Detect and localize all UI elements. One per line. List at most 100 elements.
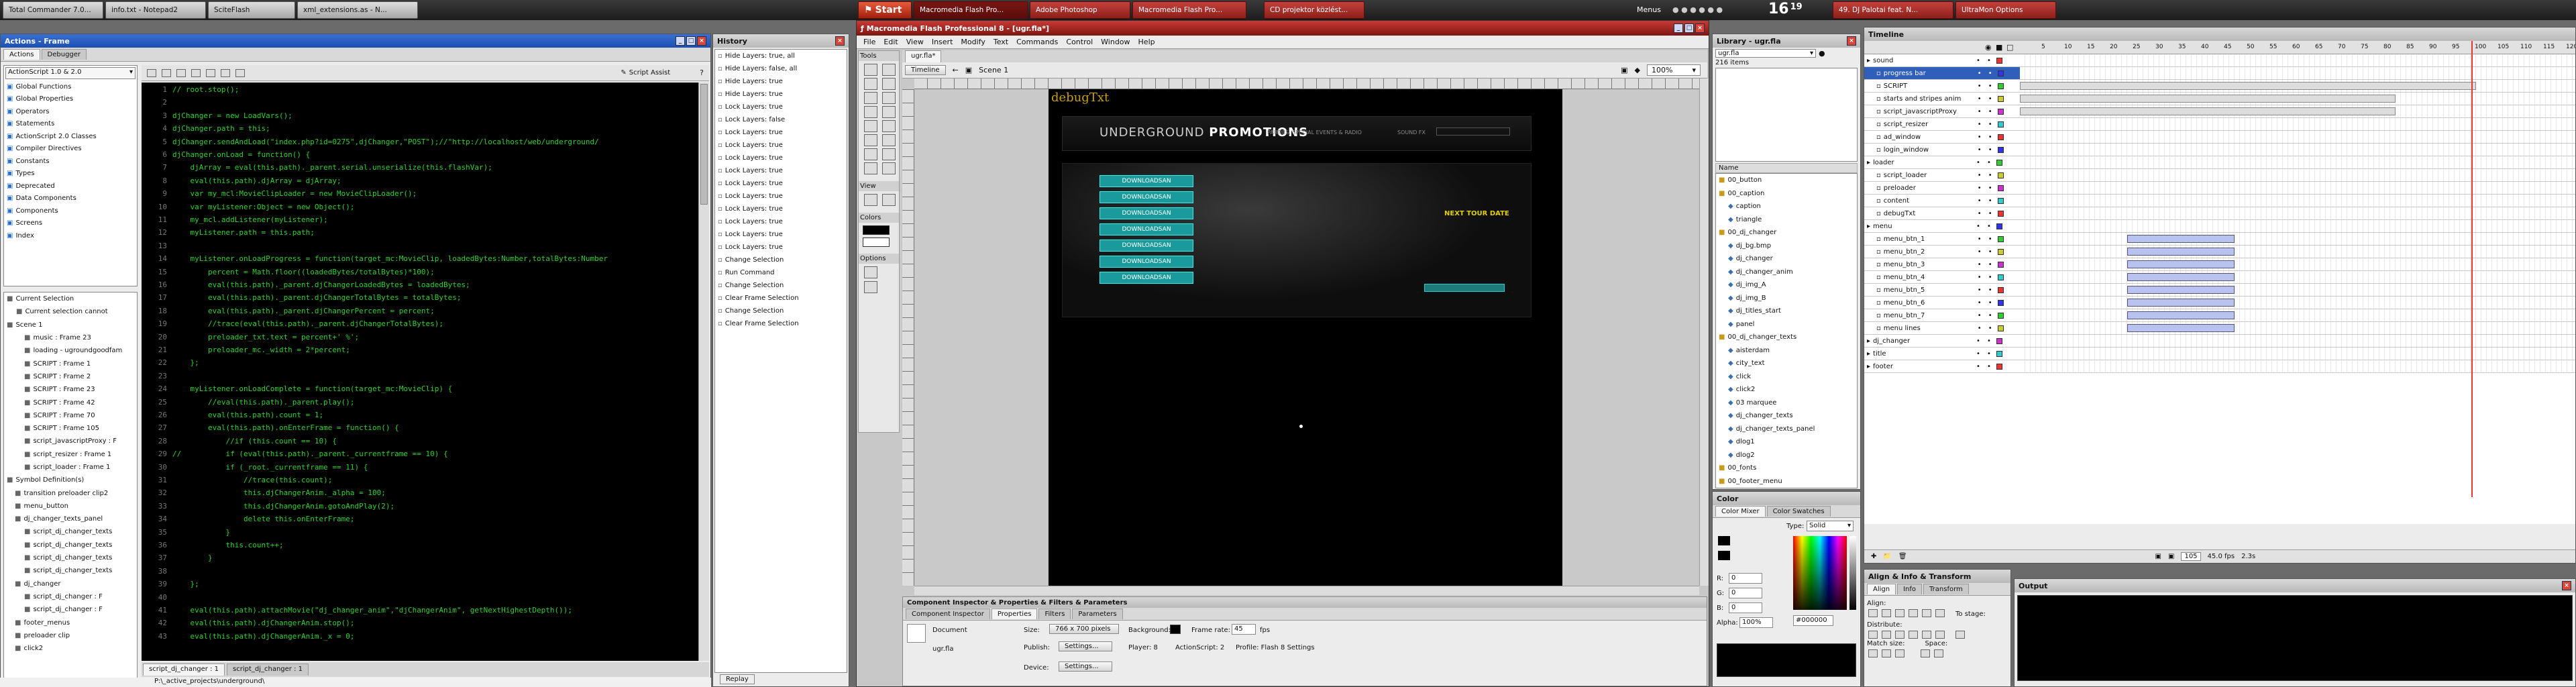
layer-frames[interactable] xyxy=(2020,360,2575,372)
start-button[interactable]: ⚑ Start xyxy=(858,1,912,19)
code-scrollbar[interactable] xyxy=(698,83,709,661)
layer-frames[interactable] xyxy=(2020,80,2575,92)
navigator-item[interactable]: ■ Scene 1 xyxy=(4,319,137,331)
layer-frames[interactable] xyxy=(2020,297,2575,309)
library-item[interactable]: ◆ dj_img_A xyxy=(1716,278,1857,292)
close-icon[interactable]: × xyxy=(1695,23,1705,33)
brush-tool-icon[interactable] xyxy=(882,120,896,132)
layer-lock-dot[interactable]: • xyxy=(1988,172,1992,179)
layer-outline-swatch[interactable] xyxy=(1996,350,2002,357)
timeline-layer[interactable]: ▫ menu_btn_3 • • xyxy=(1864,258,2575,271)
align-title-bar[interactable]: Align & Info & Transform xyxy=(1864,570,2010,583)
layer-visibility-dot[interactable]: • xyxy=(1978,286,1982,294)
layer-visibility-dot[interactable]: • xyxy=(1976,363,1980,370)
maximize-icon[interactable]: □ xyxy=(686,36,696,46)
distribute-center-icon[interactable] xyxy=(1922,631,1931,639)
frame-rate-input[interactable]: 45 xyxy=(1232,624,1256,635)
layer-lock-dot[interactable]: • xyxy=(1988,235,1992,243)
fill-color-swatch[interactable] xyxy=(863,237,890,247)
toolbox-item[interactable]: ▣ Operators xyxy=(4,105,137,118)
layer-lock-dot[interactable]: • xyxy=(1988,70,1992,77)
close-icon[interactable]: × xyxy=(835,36,845,46)
delete-layer-icon[interactable]: 🗑 xyxy=(1898,553,1907,560)
target-icon[interactable] xyxy=(176,68,186,77)
layer-frames[interactable] xyxy=(2020,246,2575,258)
layer-outline-swatch[interactable] xyxy=(1996,363,2002,370)
navigator-item[interactable]: ■ script_dj_changer_texts xyxy=(4,539,137,551)
download-button[interactable]: DOWNLOADSAN xyxy=(1099,175,1193,187)
code-editor[interactable]: 1// root.stop(); 2 3 djChanger = new LoadVa… xyxy=(142,83,698,661)
navigator-item[interactable]: ■ script_dj_changer : F xyxy=(4,590,137,603)
timeline-layer[interactable]: ▫ SCRIPT • • xyxy=(1864,80,2575,93)
history-item[interactable]: ▫ Lock Layers: true xyxy=(715,215,847,228)
history-item[interactable]: ▫ Change Selection xyxy=(715,254,847,266)
layer-frames[interactable] xyxy=(2020,348,2575,360)
library-column-name[interactable]: Name xyxy=(1715,163,1858,173)
library-item[interactable]: ■ 00_caption xyxy=(1716,187,1857,201)
outline-icon[interactable]: □ xyxy=(2006,43,2013,52)
add-folder-icon[interactable]: 📁 xyxy=(1883,553,1891,560)
paint-bucket-tool-icon[interactable] xyxy=(882,148,896,160)
layer-visibility-dot[interactable]: • xyxy=(1978,210,1982,217)
taskbar-item-flash-2[interactable]: Macromedia Flash Pro... xyxy=(1132,1,1246,19)
close-icon[interactable]: × xyxy=(697,36,706,46)
minimize-icon[interactable]: _ xyxy=(1674,23,1683,33)
timeline-title-bar[interactable]: Timeline xyxy=(1864,28,2575,41)
taskbar-item-cd-projektor[interactable]: CD projektor közlést... xyxy=(1264,1,1364,19)
library-item[interactable]: ◆ caption xyxy=(1716,200,1857,213)
layer-frames[interactable] xyxy=(2020,169,2575,181)
layer-visibility-dot[interactable]: • xyxy=(1976,159,1980,166)
toolbox-item[interactable]: ▣ Statements xyxy=(4,118,137,131)
layer-lock-dot[interactable]: • xyxy=(1988,248,1992,256)
layer-outline-swatch[interactable] xyxy=(1997,184,2004,191)
taskbar-item-notepad[interactable]: info.txt - Notepad2 xyxy=(105,1,206,19)
layer-frames[interactable] xyxy=(2020,67,2575,79)
edit-scene-icon[interactable]: ▣ xyxy=(1621,66,1627,74)
navigator-item[interactable]: ■ SCRIPT : Frame 23 xyxy=(4,383,137,396)
layer-outline-swatch[interactable] xyxy=(1997,312,2004,319)
timeline-layer[interactable]: ▫ progress bar • • xyxy=(1864,67,2575,80)
doc-tab[interactable]: ugr.fla* xyxy=(905,50,942,62)
layer-lock-dot[interactable]: • xyxy=(1988,134,1992,141)
fill-transform-tool-icon[interactable] xyxy=(882,134,896,146)
layer-lock-dot[interactable]: • xyxy=(1988,83,1992,90)
library-title-bar[interactable]: Library - ugr.fla × xyxy=(1713,34,1860,48)
color-title-bar[interactable]: Color xyxy=(1713,492,1860,505)
timeline-layer[interactable]: ▸ title • • xyxy=(1864,348,2575,360)
library-item[interactable]: ◆ triangle xyxy=(1716,213,1857,227)
layer-visibility-dot[interactable]: • xyxy=(1978,312,1982,319)
layer-visibility-dot[interactable]: • xyxy=(1978,184,1982,192)
library-item[interactable]: ◆ dj_img_B xyxy=(1716,292,1857,305)
timeline-layer[interactable]: ▸ footer • • xyxy=(1864,360,2575,373)
minimize-icon[interactable]: _ xyxy=(676,36,685,46)
layer-visibility-dot[interactable]: • xyxy=(1976,337,1980,345)
align-middle-icon[interactable] xyxy=(1922,609,1931,617)
layer-outline-swatch[interactable] xyxy=(1997,95,2004,102)
navigator-item[interactable]: ■ script_javascriptProxy : F xyxy=(4,435,137,447)
timeline-layer[interactable]: ▫ menu_btn_4 • • xyxy=(1864,271,2575,284)
history-item[interactable]: ▫ Clear Frame Selection xyxy=(715,292,847,305)
library-file-select[interactable]: ugr.fla ▾ xyxy=(1715,49,1816,58)
navigator-item[interactable]: ■ Current selection cannot xyxy=(4,305,137,318)
layer-lock-dot[interactable]: • xyxy=(1988,184,1992,192)
history-item[interactable]: ▫ Change Selection xyxy=(715,279,847,292)
library-item[interactable]: ◆ click xyxy=(1716,370,1857,384)
download-button[interactable]: DOWNLOADSAN xyxy=(1099,191,1193,203)
layer-frames[interactable] xyxy=(2020,93,2575,105)
layer-outline-swatch[interactable] xyxy=(1997,197,2004,204)
tab-debugger[interactable]: Debugger xyxy=(41,49,87,60)
pencil-tool-icon[interactable] xyxy=(864,120,877,132)
history-item[interactable]: ▫ Clear Frame Selection xyxy=(715,317,847,330)
tab-parameters[interactable]: Parameters xyxy=(1072,609,1123,619)
layer-frames[interactable] xyxy=(2020,118,2575,130)
device-settings-button[interactable]: Settings... xyxy=(1059,662,1112,672)
distribute-middle-icon[interactable] xyxy=(1882,631,1891,639)
tab-filters[interactable]: Filters xyxy=(1038,609,1071,619)
layer-outline-swatch[interactable] xyxy=(1997,121,2004,127)
download-button[interactable]: DOWNLOADSAN xyxy=(1099,256,1193,268)
library-item[interactable]: ■ 00_dj_changer xyxy=(1716,226,1857,240)
navigator-item[interactable]: ■ script_dj_changer_texts xyxy=(4,551,137,564)
tab-align[interactable]: Align xyxy=(1867,584,1896,594)
back-arrow-icon[interactable]: ← xyxy=(953,66,959,74)
tour-info-box[interactable] xyxy=(1424,284,1505,292)
